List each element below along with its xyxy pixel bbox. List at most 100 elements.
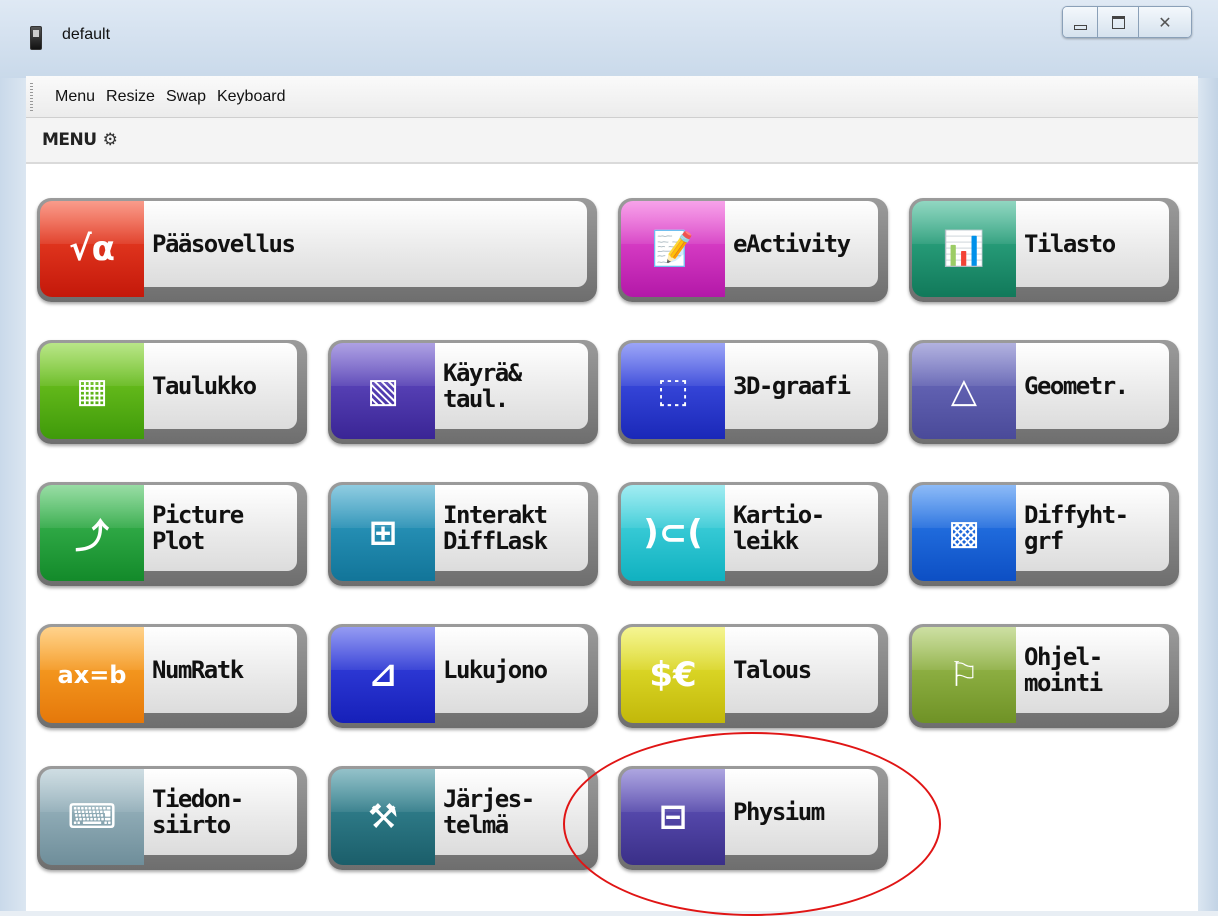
gear-icon[interactable]: ⚙ [103,130,118,150]
app-icon-picture-plot: ⤴ [40,485,144,581]
minimize-button[interactable] [1063,7,1098,37]
annotation-ellipse [563,732,941,916]
pääsovellus-icon: √α [68,229,116,269]
app-label-panel: Picture Plot [144,485,297,571]
talous-icon: $€ [649,655,697,695]
app-label-panel: Tilasto [1016,201,1169,287]
menu-title: MENU [42,130,97,150]
app-icon-tiedon-siirto: ⌨ [40,769,144,865]
app-icon-käyrä-taul: ▧ [331,343,435,439]
app-button-3d-graafi[interactable]: ⬚ 3D-graafi [618,340,888,444]
app-icon-lukujono: ⊿ [331,627,435,723]
app-label: Järjes- telmä [443,785,535,839]
window-controls: ✕ [1062,6,1192,38]
app-button-ohjel-mointi[interactable]: ⚐ Ohjel- mointi [909,624,1179,728]
eactivity-icon: 📝 [651,229,695,269]
app-icon-geometr: △ [912,343,1016,439]
app-label: Interakt DiffLask [443,501,548,555]
app-label: Kartio- leikk [733,501,825,555]
app-icon-ohjel-mointi: ⚐ [912,627,1016,723]
app-label-panel: Talous [725,627,878,713]
app-label-panel: eActivity [725,201,878,287]
app-label-panel: Kartio- leikk [725,485,878,571]
app-label-panel: Ohjel- mointi [1016,627,1169,713]
app-label: Ohjel- mointi [1024,643,1103,697]
app-button-lukujono[interactable]: ⊿ Lukujono [328,624,598,728]
app-icon-diffyht-grf: ▩ [912,485,1016,581]
taulukko-icon: ▦ [75,371,109,411]
app-label: Picture Plot [152,501,244,555]
menu-item-resize[interactable]: Resize [106,88,155,106]
app-label-panel: Lukujono [435,627,588,713]
app-icon-3d-graafi: ⬚ [621,343,725,439]
app-icon-eactivity: 📝 [621,201,725,297]
app-label: Pääsovellus [152,230,296,258]
window-frame-left [0,78,26,911]
app-label-panel: Tiedon- siirto [144,769,297,855]
app-button-tilasto[interactable]: 📊 Tilasto [909,198,1179,302]
app-label: Tilasto [1024,230,1116,258]
app-label-panel: Geometr. [1016,343,1169,429]
app-icon-interakt-difflask: ⊞ [331,485,435,581]
app-button-picture-plot[interactable]: ⤴ Picture Plot [37,482,307,586]
diffyht-grf-icon: ▩ [947,513,981,553]
menu-bar: Menu Resize Swap Keyboard [26,76,1198,118]
app-icon-järjes-telmä: ⚒ [331,769,435,865]
app-icon-kartio-leikk: )⊂( [621,485,725,581]
close-icon: ✕ [1158,12,1172,32]
app-button-tiedon-siirto[interactable]: ⌨ Tiedon- siirto [37,766,307,870]
järjes-telmä-icon: ⚒ [367,797,399,837]
app-button-diffyht-grf[interactable]: ▩ Diffyht- grf [909,482,1179,586]
app-icon-tilasto: 📊 [912,201,1016,297]
app-button-kartio-leikk[interactable]: )⊂( Kartio- leikk [618,482,888,586]
tilasto-icon: 📊 [942,229,986,269]
geometr-icon: △ [950,371,978,411]
kartio-leikk-icon: )⊂( [643,513,703,553]
interakt-difflask-icon: ⊞ [368,513,398,553]
app-button-numratk[interactable]: ax=b NumRatk [37,624,307,728]
app-window-icon[interactable] [30,26,42,50]
app-icon-pääsovellus: √α [40,201,144,297]
app-label-panel: 3D-graafi [725,343,878,429]
menu-item-menu[interactable]: Menu [55,88,95,106]
app-label: eActivity [733,230,851,258]
app-button-interakt-difflask[interactable]: ⊞ Interakt DiffLask [328,482,598,586]
app-button-käyrä-taul[interactable]: ▧ Käyrä& taul. [328,340,598,444]
maximize-button[interactable] [1098,7,1139,37]
app-label-panel: Diffyht- grf [1016,485,1169,571]
app-label: Tiedon- siirto [152,785,244,839]
menu-item-keyboard[interactable]: Keyboard [217,88,286,106]
tiedon-siirto-icon: ⌨ [67,797,117,837]
käyrä-taul-icon: ▧ [366,371,400,411]
app-icon-taulukko: ▦ [40,343,144,439]
menu-header: MENU ⚙ [26,118,1198,164]
ohjel-mointi-icon: ⚐ [948,655,980,695]
app-label: 3D-graafi [733,372,851,400]
app-icon-talous: $€ [621,627,725,723]
app-label: NumRatk [152,656,244,684]
toolbar-grip[interactable] [30,82,33,111]
app-label-panel: Pääsovellus [144,201,587,287]
close-button[interactable]: ✕ [1139,7,1191,37]
app-button-järjes-telmä[interactable]: ⚒ Järjes- telmä [328,766,598,870]
app-label-panel: NumRatk [144,627,297,713]
3d-graafi-icon: ⬚ [656,371,690,411]
app-button-talous[interactable]: $€ Talous [618,624,888,728]
app-label: Lukujono [443,656,548,684]
picture-plot-icon: ⤴ [75,516,109,557]
numratk-icon: ax=b [57,661,127,689]
app-label: Geometr. [1024,372,1129,400]
app-label-panel: Käyrä& taul. [435,343,588,429]
menu-item-swap[interactable]: Swap [166,88,206,106]
window-frame-right [1198,78,1218,911]
app-button-taulukko[interactable]: ▦ Taulukko [37,340,307,444]
app-label-panel: Taulukko [144,343,297,429]
physium-icon: ⊟ [658,797,688,837]
app-label-panel: Interakt DiffLask [435,485,588,571]
title-bar[interactable] [0,0,1218,78]
maximize-icon [1111,15,1125,29]
app-button-pääsovellus[interactable]: √α Pääsovellus [37,198,597,302]
app-label: Taulukko [152,372,257,400]
app-button-eactivity[interactable]: 📝 eActivity [618,198,888,302]
app-button-geometr[interactable]: △ Geometr. [909,340,1179,444]
